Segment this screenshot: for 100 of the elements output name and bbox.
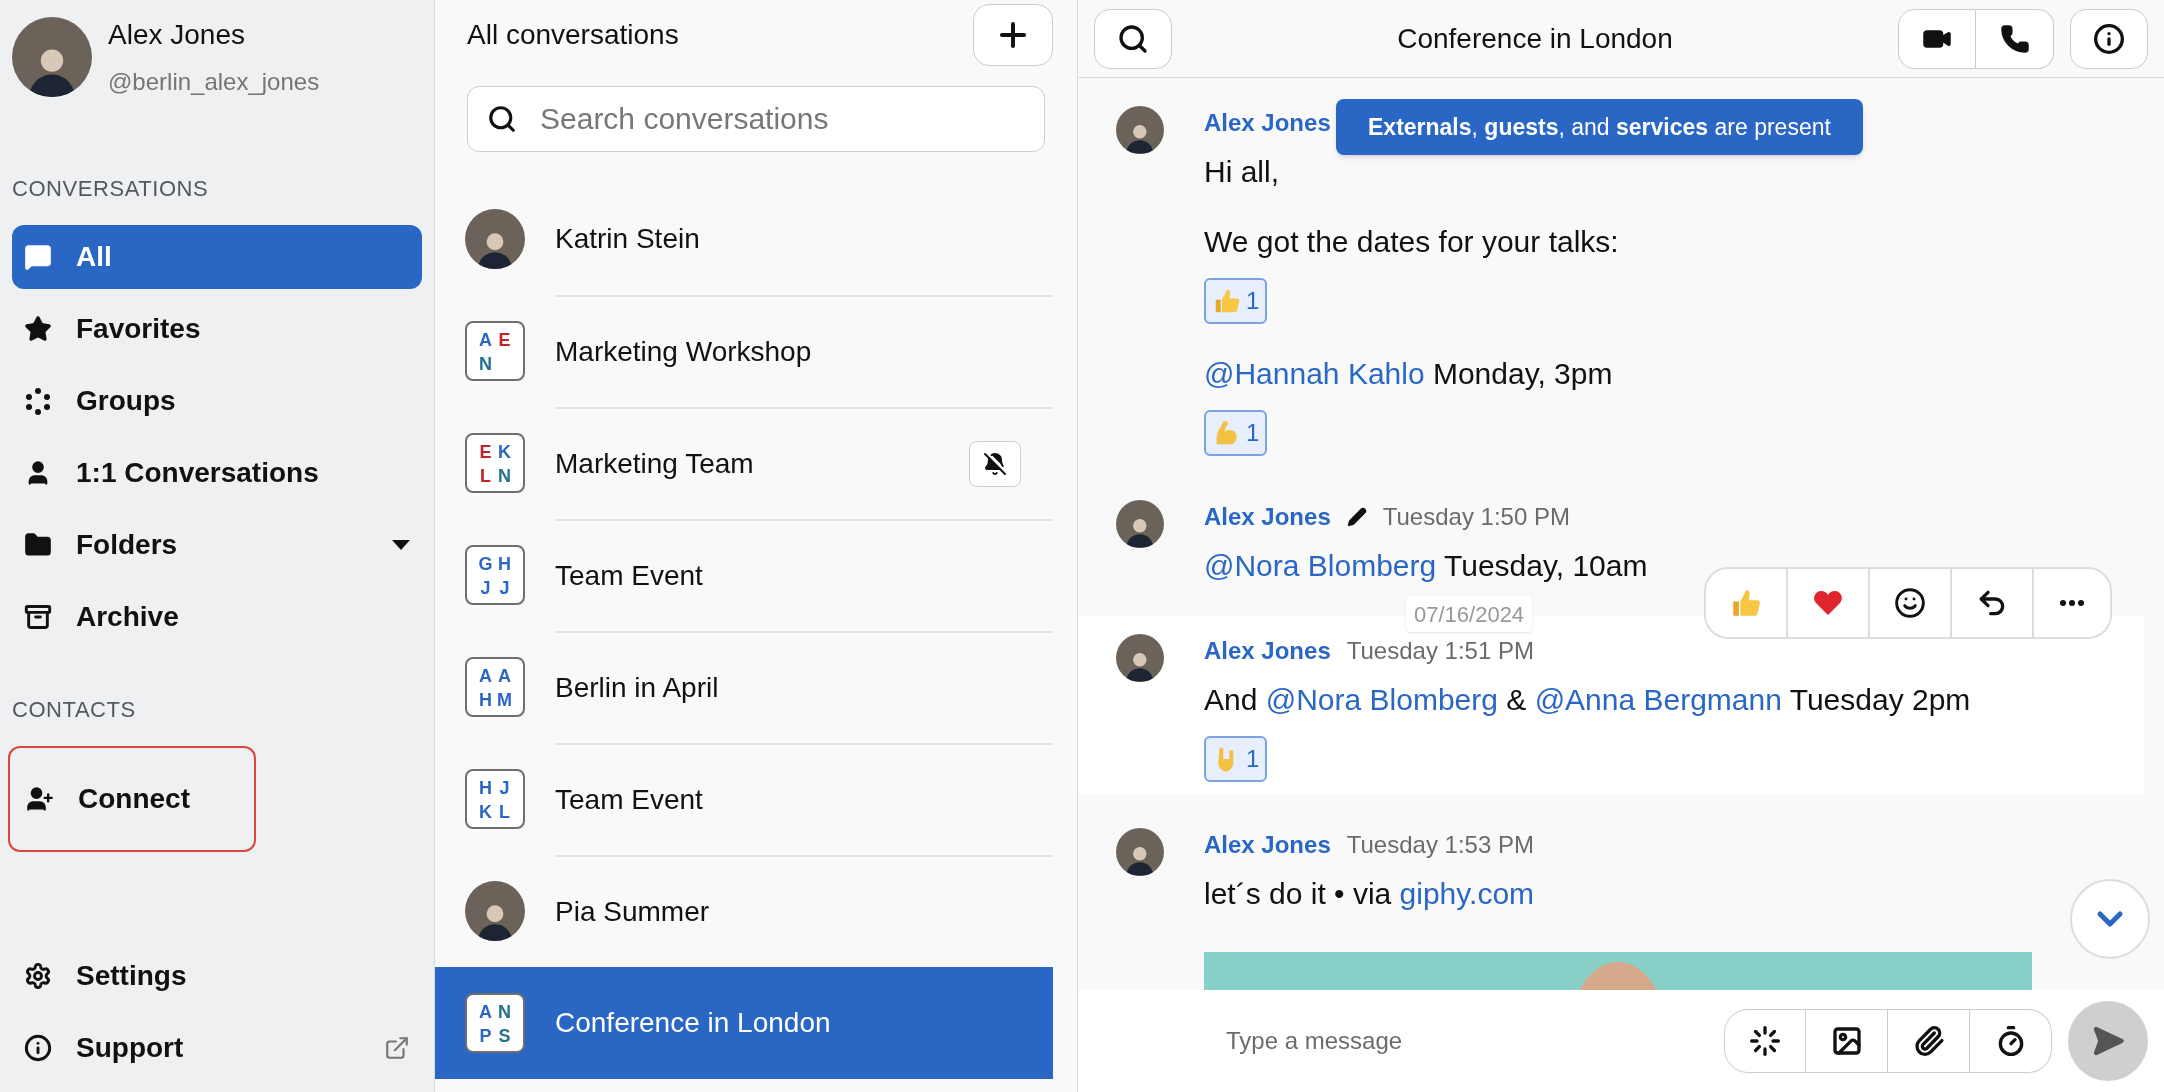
section-heading: CONTACTS [12, 696, 137, 724]
initial-letter: K [497, 441, 512, 464]
phone-icon [1999, 23, 2030, 54]
archive-icon [24, 603, 52, 631]
avatar [1116, 828, 1164, 876]
conversation-name: Conference in London [555, 1006, 832, 1040]
initial-letter: N [497, 465, 512, 488]
effects-button[interactable] [1724, 1009, 1806, 1073]
dots-icon [24, 387, 52, 415]
nav-item[interactable]: Settings [12, 944, 422, 1008]
initial-letter: E [478, 441, 493, 464]
conversation-name: Marketing Team [555, 447, 755, 481]
send-icon [2091, 1024, 2125, 1058]
search-icon [487, 104, 517, 134]
add-person-icon [26, 785, 54, 813]
nav-item[interactable]: Connect [8, 746, 256, 852]
message-text: @Hannah Kahlo Monday, 3pm [1204, 356, 1614, 392]
initial-letter: H [497, 553, 512, 576]
initial-letter: J [479, 577, 492, 600]
message-input[interactable]: Type a message [1226, 1023, 1708, 1059]
audio-call-button[interactable] [1976, 8, 2054, 69]
avatar [1116, 500, 1164, 548]
conversation-row[interactable]: H J K L Team Event [435, 743, 1053, 855]
initial-letter: K [478, 801, 493, 824]
video-call-button[interactable] [1898, 8, 1976, 69]
conversation-name: Marketing Workshop [555, 335, 813, 369]
profile-name: Alex Jones [108, 18, 246, 52]
nav-item[interactable]: Archive [12, 585, 422, 649]
reaction-chip[interactable]: 1 [1204, 736, 1268, 782]
caret-down-icon [392, 540, 410, 550]
nav-item[interactable]: All [12, 225, 422, 289]
initial-letter: A [478, 1001, 493, 1024]
nav-item[interactable]: 1:1 Conversations [12, 441, 422, 505]
settings-icon [24, 962, 52, 990]
initial-letter: H [478, 689, 493, 712]
message-text: Hi all, [1204, 154, 1280, 190]
external-link-icon [384, 1035, 410, 1061]
initial-letter: E [497, 329, 512, 352]
avatar [465, 881, 525, 941]
message-text: And @Nora Blomberg & @Anna Bergmann Tuesday 2pm [1204, 682, 1971, 718]
conversation-name: Berlin in April [555, 671, 720, 705]
initial-letter: L [498, 801, 511, 824]
search-icon [1117, 22, 1149, 55]
initial-letter: A [478, 665, 493, 688]
initial-letter: H [478, 777, 493, 800]
image-button[interactable] [1806, 1009, 1888, 1073]
section-heading: CONVERSATIONS [12, 175, 210, 203]
folder-icon [24, 531, 52, 559]
presence-banner: Externals, guests, and services are present [1336, 99, 1863, 155]
star-icon [24, 315, 52, 343]
conversation-row[interactable]: A A H M Berlin in April [435, 631, 1053, 743]
conversation-row[interactable]: E K L N Marketing Team [435, 407, 1053, 519]
chat-title: Conference in London [1396, 21, 1674, 56]
info-icon [24, 1034, 52, 1062]
info-button[interactable] [2070, 8, 2148, 69]
attach-button[interactable] [1888, 1009, 1970, 1073]
more-icon [2060, 600, 2084, 606]
initial-letter: N [478, 353, 493, 376]
reaction-chip[interactable]: 1 [1204, 410, 1268, 456]
conversation-row[interactable]: G H J J Team Event [435, 519, 1053, 631]
initial-letter: A [497, 665, 512, 688]
date-chip: 07/16/2024 [1406, 596, 1533, 632]
conversation-name: Pia Summer [555, 895, 711, 929]
search-field[interactable]: Search conversations [467, 86, 1045, 152]
conversation-name: Team Event [555, 559, 704, 593]
author-name: Alex Jones [1204, 108, 1331, 138]
nav-item[interactable]: Favorites [12, 297, 422, 361]
avatar [1116, 106, 1164, 154]
sparkle-icon [1749, 1025, 1781, 1057]
author-name: Alex Jones [1204, 502, 1331, 532]
avatar [1116, 634, 1164, 682]
message-text: We got the dates for your talks: [1204, 224, 1619, 260]
nav-item[interactable]: Folders [12, 513, 422, 577]
conversation-name: Team Event [555, 783, 704, 817]
initial-letter: S [497, 1025, 512, 1048]
initial-letter: L [479, 465, 492, 488]
conversation-row[interactable]: A N P S Conference in London [435, 967, 1053, 1079]
initial-letter: P [478, 1025, 493, 1048]
profile-handle: @berlin_alex_jones [108, 67, 320, 97]
info-icon [2093, 22, 2125, 55]
bell-off-icon [983, 452, 1007, 476]
new-conversation-button[interactable] [973, 4, 1053, 66]
conversation-name: Katrin Stein [555, 222, 701, 256]
link[interactable]: giphy.com [1399, 877, 1535, 910]
nav-item[interactable]: Groups [12, 369, 422, 433]
initial-letter: J [498, 577, 511, 600]
paperclip-icon [1912, 1025, 1945, 1057]
author-name: Alex Jones [1204, 830, 1331, 860]
timer-button[interactable] [1970, 1009, 2052, 1073]
search-button[interactable] [1094, 8, 1172, 69]
conversation-row[interactable]: Katrin Stein [435, 183, 1053, 295]
message-text: let´s do it • via giphy.com [1204, 876, 1536, 912]
message-text: @Nora Blomberg Tuesday, 10am [1204, 548, 1648, 584]
conversation-row[interactable]: A E N Marketing Workshop [435, 295, 1053, 407]
reaction-chip[interactable]: 1 [1204, 278, 1268, 324]
nav-item[interactable]: Support [12, 1016, 422, 1080]
list-title: All conversations [467, 18, 679, 52]
message-time: Tuesday 1:53 PM [1346, 830, 1534, 860]
author-name: Alex Jones [1204, 636, 1331, 666]
initial-letter: M [496, 689, 513, 712]
